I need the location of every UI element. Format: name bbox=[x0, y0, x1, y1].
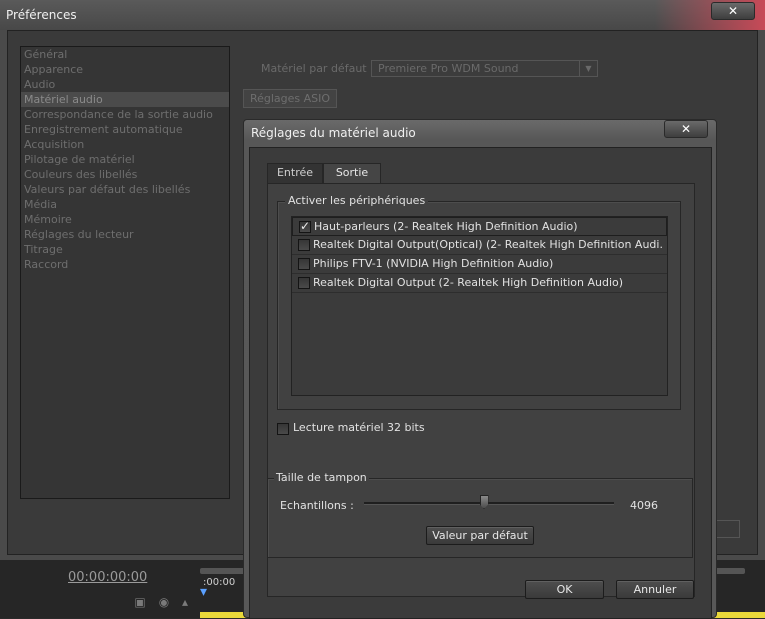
category-item[interactable]: Valeurs par défaut des libellés bbox=[21, 182, 229, 197]
chevron-down-icon: ▼ bbox=[579, 61, 597, 76]
dialog-close-button[interactable]: ✕ bbox=[664, 120, 708, 138]
category-item[interactable]: Mémoire bbox=[21, 212, 229, 227]
device-row[interactable]: Realtek Digital Output (2- Realtek High … bbox=[292, 274, 667, 293]
default-material-select[interactable]: Premiere Pro WDM Sound ▼ bbox=[371, 60, 598, 77]
device-label: Philips FTV-1 (NVIDIA High Definition Au… bbox=[313, 257, 554, 270]
category-item[interactable]: Correspondance de la sortie audio bbox=[21, 107, 229, 122]
bit32-checkbox[interactable] bbox=[277, 423, 289, 435]
device-checkbox[interactable] bbox=[298, 258, 310, 270]
buffer-group bbox=[267, 478, 693, 558]
default-material-label: Matériel par défaut : bbox=[261, 62, 374, 75]
device-label: Realtek Digital Output (2- Realtek High … bbox=[313, 276, 624, 289]
category-item[interactable]: Titrage bbox=[21, 242, 229, 257]
default-material-value: Premiere Pro WDM Sound bbox=[378, 62, 519, 75]
category-item[interactable]: Média bbox=[21, 197, 229, 212]
category-item[interactable]: Général bbox=[21, 47, 229, 62]
close-icon: ✕ bbox=[727, 4, 739, 18]
timecode-display[interactable]: 00:00:00:00 bbox=[68, 570, 147, 585]
devices-group-title: Activer les périphériques bbox=[285, 194, 429, 207]
tab-sortie[interactable]: Sortie bbox=[323, 163, 381, 183]
default-value-button[interactable]: Valeur par défaut bbox=[426, 526, 534, 545]
lock-icon[interactable]: ▴ bbox=[178, 595, 192, 609]
category-list: Général Apparence Audio Matériel audio C… bbox=[20, 46, 230, 499]
device-label: Haut-parleurs (2- Realtek High Definitio… bbox=[314, 220, 578, 233]
preferences-titlebar: Préférences ✕ bbox=[0, 0, 765, 30]
category-item[interactable]: Audio bbox=[21, 77, 229, 92]
device-label: Realtek Digital Output(Optical) (2- Real… bbox=[313, 238, 663, 251]
category-item[interactable]: Enregistrement automatique bbox=[21, 122, 229, 137]
category-item[interactable]: Apparence bbox=[21, 62, 229, 77]
category-item[interactable]: Couleurs des libellés bbox=[21, 167, 229, 182]
snap-icon[interactable]: ▣ bbox=[133, 595, 147, 609]
device-checkbox[interactable] bbox=[298, 239, 310, 251]
bit32-label: Lecture matériel 32 bits bbox=[293, 421, 425, 434]
preferences-title: Préférences bbox=[6, 8, 77, 22]
checkmark-icon: ✓ bbox=[300, 219, 311, 233]
device-checkbox[interactable] bbox=[298, 277, 310, 289]
marker-icon[interactable]: ◉ bbox=[157, 595, 171, 609]
category-item[interactable]: Réglages du lecteur bbox=[21, 227, 229, 242]
asio-settings-button[interactable]: Réglages ASIO bbox=[243, 89, 337, 108]
preferences-close-button[interactable]: ✕ bbox=[711, 2, 755, 20]
device-checkbox[interactable]: ✓ bbox=[299, 219, 311, 233]
category-item[interactable]: Raccord bbox=[21, 257, 229, 272]
devices-group: Activer les périphériques ✓ Haut-parleur… bbox=[277, 194, 681, 410]
samples-slider-track[interactable] bbox=[364, 502, 614, 505]
device-row[interactable]: ✓ Haut-parleurs (2- Realtek High Definit… bbox=[292, 217, 667, 236]
buffer-group-title: Taille de tampon bbox=[274, 471, 369, 484]
device-list: ✓ Haut-parleurs (2- Realtek High Definit… bbox=[291, 216, 668, 396]
category-item-selected[interactable]: Matériel audio bbox=[21, 92, 229, 107]
category-item[interactable]: Pilotage de matériel bbox=[21, 152, 229, 167]
close-icon: ✕ bbox=[680, 122, 692, 136]
preferences-side-box bbox=[716, 520, 740, 538]
tab-entree[interactable]: Entrée bbox=[267, 163, 323, 183]
category-item[interactable]: Acquisition bbox=[21, 137, 229, 152]
cancel-button[interactable]: Annuler bbox=[616, 580, 694, 599]
ok-button[interactable]: OK bbox=[525, 580, 604, 599]
device-row[interactable]: Philips FTV-1 (NVIDIA High Definition Au… bbox=[292, 255, 667, 274]
samples-value: 4096 bbox=[630, 499, 658, 512]
samples-label: Echantillons : bbox=[280, 499, 354, 512]
playhead-icon[interactable]: ▾ bbox=[200, 584, 210, 600]
device-row[interactable]: Realtek Digital Output(Optical) (2- Real… bbox=[292, 236, 667, 255]
dialog-title: Réglages du matériel audio bbox=[251, 126, 416, 140]
